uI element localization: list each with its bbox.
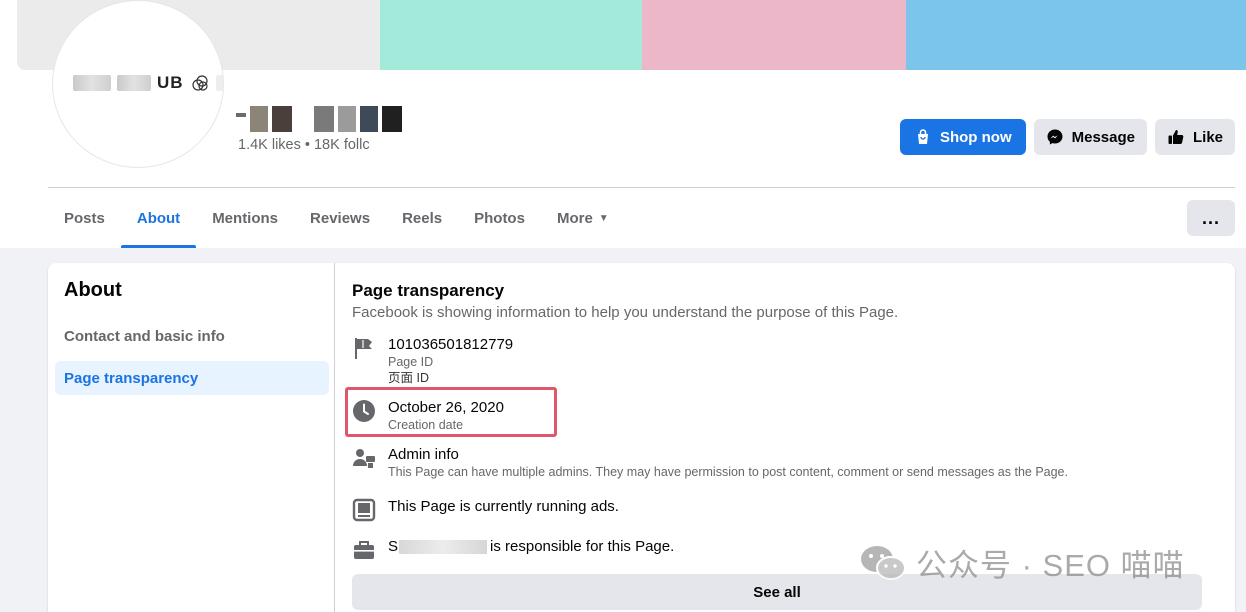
admin-info-title: Admin info (388, 446, 459, 463)
watermark-text: 公众号 · SEO 喵喵 (916, 548, 1185, 583)
tab-about[interactable]: About (120, 188, 197, 248)
caret-down-icon: ▼ (598, 212, 609, 224)
tab-label: More (556, 209, 593, 227)
admin-icon (353, 449, 375, 468)
more-options-button[interactable]: ... (1187, 200, 1235, 236)
shop-now-button[interactable]: Shop now (899, 119, 1026, 155)
tab-label: About (136, 209, 181, 227)
see-all-label: See all (753, 583, 801, 601)
message-button[interactable]: Message (1033, 119, 1147, 155)
sidebar-item-label: Page transparency (64, 369, 199, 387)
sidebar-item-contact-info[interactable]: Contact and basic info (55, 319, 329, 353)
responsible-prefix: S (388, 538, 399, 555)
tab-label: Photos (474, 209, 525, 227)
sidebar-item-page-transparency[interactable]: Page transparency (55, 361, 329, 395)
creation-date-row: October 26, 2020 Creation date (352, 398, 504, 433)
tab-reels[interactable]: Reels (386, 188, 458, 248)
tab-mentions[interactable]: Mentions (196, 188, 294, 248)
thumbs-up-icon (1168, 130, 1184, 144)
admin-info-text: This Page can have multiple admins. They… (388, 465, 1068, 479)
wechat-icon (861, 545, 906, 580)
page-id-value: 101036501812779 (388, 336, 514, 353)
tab-label: Reels (402, 209, 443, 227)
flag-icon (355, 338, 372, 359)
responsible-suffix: is responsible for this Page. (490, 538, 675, 555)
responsible-row: Sis responsible for this Page. (352, 537, 674, 562)
tab-label: Posts (64, 209, 105, 227)
page-actions: Shop now Message Like (899, 119, 1235, 155)
ellipsis-icon: ... (1201, 207, 1220, 228)
messenger-icon (1047, 129, 1063, 145)
tab-posts[interactable]: Posts (48, 188, 121, 248)
ads-icon (352, 498, 376, 522)
blurred-company-name (399, 540, 488, 555)
message-label: Message (1071, 128, 1135, 146)
sidebar-item-label: Contact and basic info (64, 327, 225, 345)
like-label: Like (1192, 128, 1223, 146)
blurred-logo-text (73, 75, 111, 91)
creation-date-label: Creation date (388, 418, 464, 432)
sidebar-title: About (64, 279, 122, 301)
page-stats: 1.4K likes • 18K follc (238, 137, 370, 153)
creation-date-value: October 26, 2020 (388, 399, 504, 416)
ads-text: This Page is currently running ads. (388, 498, 619, 515)
page-id-label: Page ID (388, 355, 434, 369)
responsible-text: Sis responsible for this Page. (388, 537, 674, 556)
blurred-logo-text (117, 75, 151, 91)
page-tabs: Posts About Mentions Reviews Reels Photo… (48, 188, 625, 248)
admin-info-row: Admin info This Page can have multiple a… (352, 445, 1068, 480)
page-header: UB 1.4K likes • 18K follc Shop now Messa… (0, 0, 1246, 248)
tab-label: Mentions (212, 209, 279, 227)
logo-text: UB (157, 73, 184, 92)
tab-photos[interactable]: Photos (458, 188, 541, 248)
profile-avatar[interactable]: UB (52, 0, 224, 168)
like-button[interactable]: Like (1154, 119, 1235, 155)
watermark: 公众号 · SEO 喵喵 (860, 540, 1185, 585)
tab-more[interactable]: More ▼ (541, 188, 625, 248)
page-id-row: 101036501812779 Page ID 页面 ID (352, 335, 513, 386)
clock-icon (353, 400, 375, 422)
tab-reviews[interactable]: Reviews (294, 188, 386, 248)
blurred-logo-text (215, 75, 223, 91)
avatar-logo: UB (73, 73, 223, 93)
shop-now-label: Shop now (939, 128, 1012, 146)
section-description: Facebook is showing information to help … (352, 304, 899, 321)
logo-rings-icon (191, 75, 208, 91)
section-title: Page transparency (352, 281, 505, 300)
ads-row: This Page is currently running ads. (352, 497, 619, 522)
page-name-redacted (236, 98, 402, 132)
about-sidebar: About Contact and basic info Page transp… (48, 263, 335, 612)
tab-label: Reviews (310, 209, 371, 227)
page-id-label-zh: 页面 ID (388, 371, 429, 385)
shopping-bag-icon (917, 129, 928, 144)
briefcase-icon (354, 541, 374, 559)
